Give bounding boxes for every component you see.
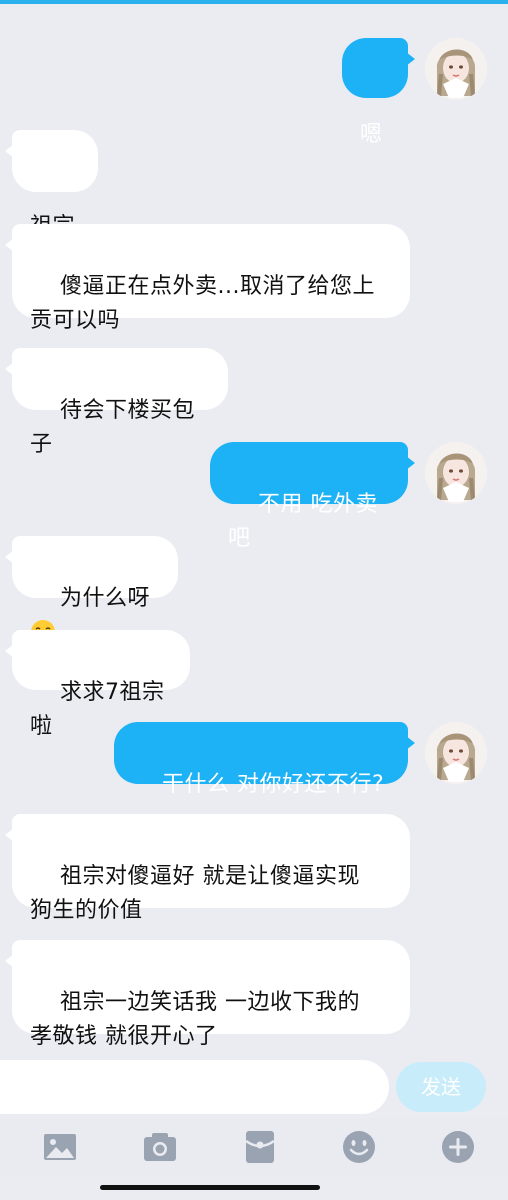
message-text: 干什么 对你好还不行? (161, 772, 385, 797)
message-text: 傻逼正在点外卖...取消了给您上 贡可以吗 (30, 274, 375, 333)
message-text: 嗯 (360, 122, 383, 147)
avatar-portrait-icon (425, 722, 487, 784)
image-icon[interactable] (42, 1129, 78, 1165)
message-bubble-incoming[interactable]: 祖宗对傻逼好 就是让傻逼实现 狗生的价值 (5, 814, 410, 923)
send-button[interactable]: 发送 (396, 1062, 486, 1112)
message-input-bar: 发送 (0, 1052, 508, 1118)
message-bubble-outgoing[interactable]: 干什么 对你好还不行? (114, 722, 415, 797)
chat-toolbar (0, 1118, 508, 1176)
message-input[interactable] (0, 1060, 389, 1114)
chat-message-list[interactable]: 嗯 祖宗 傻逼正在点外卖...取消了给您上 贡可以吗 待会下楼买包子 不用 吃外… (0, 0, 508, 1052)
emoji-icon[interactable] (341, 1129, 377, 1165)
home-indicator[interactable] (100, 1185, 320, 1190)
camera-icon[interactable] (142, 1129, 178, 1165)
message-bubble-incoming[interactable]: 祖宗 (5, 130, 98, 239)
avatar[interactable] (425, 38, 487, 100)
message-bubble-outgoing[interactable]: 不用 吃外卖吧 (210, 442, 415, 551)
message-bubble-incoming[interactable]: 为什么呀 (5, 536, 178, 644)
message-text: 祖宗对傻逼好 就是让傻逼实现 狗生的价值 (30, 864, 360, 923)
avatar[interactable] (425, 442, 487, 504)
message-text: 待会下楼买包子 (30, 398, 195, 457)
plus-icon[interactable] (440, 1129, 476, 1165)
message-text: 为什么呀 (59, 586, 150, 611)
message-text: 祖宗一边笑话我 一边收下我的 孝敬钱 就很开心了 (30, 990, 360, 1049)
message-bubble-incoming[interactable]: 待会下楼买包子 (5, 348, 228, 457)
red-packet-icon[interactable] (242, 1129, 278, 1165)
message-bubble-outgoing[interactable]: 嗯 (342, 38, 415, 147)
avatar[interactable] (425, 722, 487, 784)
message-bubble-incoming[interactable]: 傻逼正在点外卖...取消了给您上 贡可以吗 (5, 224, 410, 333)
avatar-portrait-icon (425, 442, 487, 504)
message-bubble-incoming[interactable]: 祖宗一边笑话我 一边收下我的 孝敬钱 就很开心了 (5, 940, 410, 1049)
message-bubble-incoming[interactable]: 求求7祖宗啦 (5, 630, 190, 739)
avatar-portrait-icon (425, 38, 487, 100)
message-text: 不用 吃外卖吧 (228, 492, 378, 551)
